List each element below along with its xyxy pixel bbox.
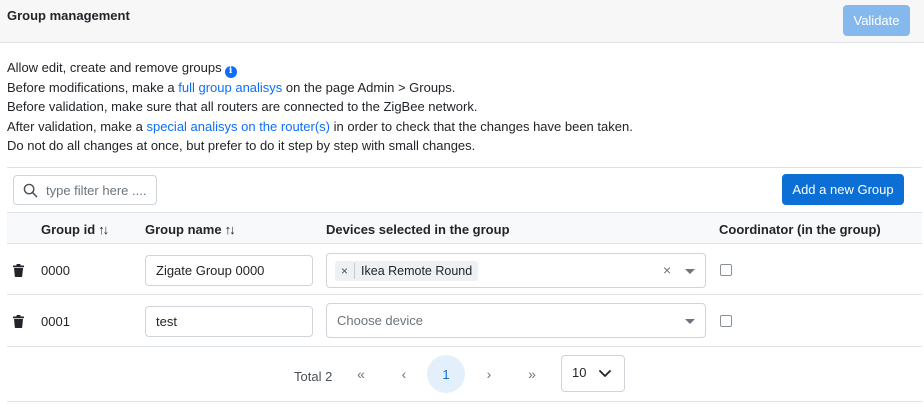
tag-separator [354, 263, 356, 279]
coordinator-checkbox[interactable] [720, 315, 732, 327]
page-size-select[interactable]: 10 [561, 355, 625, 392]
group-name-header-label: Group name [145, 222, 222, 237]
coordinator-checkbox[interactable] [720, 264, 732, 276]
info-line-4-suffix: in order to check that the changes have … [330, 118, 633, 134]
table-row: 0000 Zigate Group 0000 × Ikea Remote Rou… [7, 244, 922, 295]
page-size-value: 10 [572, 365, 587, 380]
device-tag-label: Ikea Remote Round [361, 264, 473, 278]
table-header: Group id ↑↓ Group name ↑↓ Devices selected… [7, 212, 922, 244]
full-group-analysis-link[interactable]: full group analisys [178, 80, 282, 95]
trash-icon[interactable] [13, 264, 24, 277]
router-analysis-link[interactable]: special analisys on the router(s) [146, 119, 330, 134]
last-page-button[interactable]: » [513, 355, 551, 393]
group-name-input[interactable]: test [145, 306, 313, 337]
column-header-group-name[interactable]: Group name ↑↓ [145, 222, 236, 237]
page-header: Group management Validate [0, 0, 924, 43]
chevron-down-icon[interactable] [685, 319, 695, 324]
pagination: Total 2 « ‹ 1 › » 10 [0, 355, 924, 395]
first-page-button[interactable]: « [342, 355, 380, 393]
info-line-2-suffix: on the page Admin > Groups. [282, 79, 456, 95]
divider [7, 401, 922, 402]
group-name-input[interactable]: Zigate Group 0000 [145, 255, 313, 286]
info-icon[interactable]: i [224, 65, 237, 78]
page-button-current[interactable]: 1 [427, 355, 465, 393]
info-line-4-text: After validation, make a [7, 118, 147, 134]
info-line-2-text: Before modifications, make a [7, 79, 179, 95]
instructions: Allow edit, create and remove groups i Be… [7, 58, 633, 156]
chevron-down-icon[interactable] [685, 269, 695, 274]
device-tag: × Ikea Remote Round [335, 261, 479, 281]
clear-icon[interactable]: × [663, 262, 671, 278]
divider [7, 167, 922, 168]
validate-button[interactable]: Validate [843, 5, 910, 36]
add-group-button[interactable]: Add a new Group [782, 174, 904, 205]
prev-page-button[interactable]: ‹ [385, 355, 423, 393]
filter-search-box[interactable] [13, 175, 157, 205]
group-id-header-label: Group id [41, 222, 96, 237]
column-header-coordinator: Coordinator (in the group) [719, 222, 881, 237]
filter-input[interactable] [46, 180, 152, 200]
column-header-group-id[interactable]: Group id ↑↓ [41, 222, 109, 237]
sort-icon[interactable]: ↑↓ [98, 222, 109, 237]
device-select[interactable]: × Ikea Remote Round × [326, 253, 706, 288]
sort-icon[interactable]: ↑↓ [225, 222, 236, 237]
next-page-button[interactable]: › [470, 355, 508, 393]
device-select-placeholder: Choose device [337, 313, 423, 328]
column-header-devices: Devices selected in the group [326, 222, 510, 237]
table-row: 0001 test Choose device [7, 296, 922, 347]
info-line-5: Do not do all changes at once, but prefe… [7, 138, 476, 154]
group-id: 0000 [41, 263, 70, 278]
remove-tag-icon[interactable]: × [341, 264, 348, 278]
total-count: Total 2 [294, 369, 333, 384]
search-icon [23, 183, 38, 198]
chevron-down-icon [599, 370, 611, 377]
info-line-1: Allow edit, create and remove groups [7, 60, 222, 75]
trash-icon[interactable] [13, 315, 24, 328]
page-title: Group management [7, 8, 130, 23]
device-select[interactable]: Choose device [326, 303, 706, 338]
info-line-3: Before validation, make sure that all ro… [7, 99, 478, 115]
group-id: 0001 [41, 314, 70, 329]
